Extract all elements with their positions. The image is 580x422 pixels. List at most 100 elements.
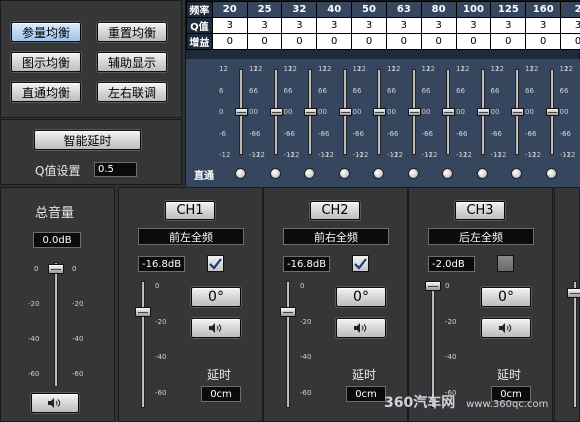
gain-cell[interactable]: 0 — [385, 33, 422, 50]
q-cell[interactable]: 3 — [455, 17, 492, 34]
eq-slider-knob[interactable] — [304, 108, 317, 116]
channel-slider-knob[interactable] — [280, 306, 296, 317]
channel-slider-knob[interactable] — [135, 306, 151, 317]
eq-bypass-toggle[interactable] — [511, 168, 522, 179]
eq-bypass-toggle[interactable] — [235, 168, 246, 179]
channel-slider-knob[interactable] — [567, 288, 580, 298]
channel-link-checkbox[interactable] — [497, 255, 514, 272]
eq-bypass-toggle[interactable] — [476, 168, 488, 179]
q-cell[interactable]: 3 — [211, 17, 248, 34]
eq-bypass-toggle[interactable] — [545, 168, 557, 179]
eq-slider-knob[interactable] — [476, 108, 490, 116]
parametric-eq-button[interactable]: 参量均衡 — [11, 22, 81, 42]
freq-cell[interactable]: 40 — [316, 1, 353, 18]
freq-cell[interactable]: 50 — [351, 1, 387, 18]
gain-cell[interactable]: 0 — [316, 33, 353, 50]
gain-cell[interactable]: 0 — [246, 33, 283, 50]
channel-phase-button[interactable]: 0° — [481, 287, 531, 307]
eq-scale-label: 0 — [391, 108, 396, 116]
freq-cell[interactable]: 32 — [281, 1, 318, 18]
eq-slider-knob[interactable] — [338, 108, 352, 116]
eq-slider-knob[interactable] — [373, 108, 386, 116]
freq-cell[interactable]: 80 — [420, 1, 457, 18]
aux-display-button[interactable]: 辅助显示 — [97, 52, 167, 72]
channel-source-field[interactable]: 后左全频 — [428, 228, 534, 245]
eq-slider-knob[interactable] — [235, 108, 248, 116]
bypass-eq-button[interactable]: 直通均衡 — [11, 82, 81, 102]
eq-bypass-toggle[interactable] — [304, 168, 315, 179]
q-cell[interactable]: 3 — [281, 17, 318, 34]
channel-volume-field[interactable]: -16.8dB — [138, 256, 185, 272]
channel-mute-button[interactable] — [336, 318, 386, 338]
channel-slider-knob[interactable] — [425, 280, 441, 291]
q-cell[interactable]: 3 — [385, 17, 422, 34]
eq-slider-knob[interactable] — [442, 108, 455, 116]
eq-bypass-toggle[interactable] — [338, 168, 350, 179]
freq-cell[interactable]: 100 — [455, 1, 492, 18]
channel-slider-track[interactable] — [573, 281, 577, 408]
q-cell[interactable]: 3 — [560, 17, 580, 34]
eq-bypass-toggle[interactable] — [442, 168, 453, 179]
channel-scale-label: -20 — [155, 317, 167, 326]
channel-source-field[interactable]: 前右全频 — [283, 228, 389, 245]
master-slider-track[interactable] — [54, 262, 58, 387]
freq-cell[interactable]: 25 — [246, 1, 283, 18]
gain-cell[interactable]: 0 — [351, 33, 387, 50]
channel-name-button[interactable]: CH2 — [310, 201, 360, 220]
channel-phase-button[interactable]: 0° — [191, 287, 241, 307]
channel-volume-field[interactable]: -2.0dB — [428, 256, 475, 272]
freq-cell[interactable]: 63 — [385, 1, 422, 18]
gain-cell[interactable]: 0 — [420, 33, 457, 50]
channel-mute-button[interactable] — [481, 318, 531, 338]
graphic-eq-button[interactable]: 图示均衡 — [11, 52, 81, 72]
channel-delay-field[interactable]: 0cm — [346, 386, 386, 402]
eq-slider-knob[interactable] — [545, 108, 559, 116]
channel-source-field[interactable]: 前左全频 — [138, 228, 244, 245]
q-cell[interactable]: 3 — [351, 17, 387, 34]
master-volume-slider[interactable] — [1, 188, 116, 388]
freq-cell[interactable]: 160 — [525, 1, 562, 18]
q-value-field[interactable]: 0.5 — [94, 162, 137, 177]
q-cell[interactable]: 3 — [490, 17, 527, 34]
reset-eq-button[interactable]: 重置均衡 — [97, 22, 167, 42]
q-cell[interactable]: 3 — [246, 17, 283, 34]
q-cell[interactable]: 3 — [316, 17, 353, 34]
eq-slider-knob[interactable] — [269, 108, 283, 116]
master-slider-knob[interactable] — [48, 264, 64, 274]
channel-slider-track[interactable] — [286, 281, 290, 408]
channel-link-checkbox[interactable] — [352, 255, 369, 272]
channel-phase-button[interactable]: 0° — [336, 287, 386, 307]
lr-link-button[interactable]: 左右联调 — [97, 82, 167, 102]
eq-slider-knob[interactable] — [407, 108, 421, 116]
eq-scale-label: 12 — [253, 65, 263, 73]
eq-bypass-toggle[interactable] — [407, 168, 419, 179]
eq-bypass-toggle[interactable] — [269, 168, 281, 179]
master-mute-button[interactable] — [31, 393, 79, 413]
channel-name-button[interactable]: CH3 — [455, 201, 505, 220]
q-cell[interactable]: 3 — [525, 17, 562, 34]
smart-delay-button[interactable]: 智能延时 — [34, 130, 141, 150]
channel-delay-label: 延时 — [497, 368, 522, 382]
gain-cell[interactable]: 0 — [490, 33, 527, 50]
eq-slider-knob[interactable] — [511, 108, 524, 116]
eq-scale-label: -6 — [564, 129, 571, 138]
gain-cell[interactable]: 0 — [525, 33, 562, 50]
eq-scale-label: -6 — [460, 129, 468, 138]
channel-link-checkbox[interactable] — [207, 255, 224, 272]
channel-slider-track[interactable] — [431, 281, 435, 408]
gain-cell[interactable]: 0 — [560, 33, 580, 50]
channel-strip: CH1 前左全频 -16.8dB 0 -20 -40 -60 0° 延时 0cm — [118, 187, 263, 422]
freq-cell[interactable]: 20 — [211, 1, 248, 18]
gain-cell[interactable]: 0 — [455, 33, 492, 50]
channel-name-button[interactable]: CH1 — [165, 201, 215, 220]
q-cell[interactable]: 3 — [420, 17, 457, 34]
channel-slider-track[interactable] — [141, 281, 145, 408]
gain-cell[interactable]: 0 — [281, 33, 318, 50]
freq-cell[interactable]: 125 — [490, 1, 527, 18]
channel-volume-field[interactable]: -16.8dB — [283, 256, 330, 272]
freq-cell[interactable]: 2 — [560, 1, 580, 18]
eq-bypass-toggle[interactable] — [373, 168, 384, 179]
channel-mute-button[interactable] — [191, 318, 241, 338]
gain-cell[interactable]: 0 — [211, 33, 248, 50]
channel-delay-field[interactable]: 0cm — [201, 386, 241, 402]
